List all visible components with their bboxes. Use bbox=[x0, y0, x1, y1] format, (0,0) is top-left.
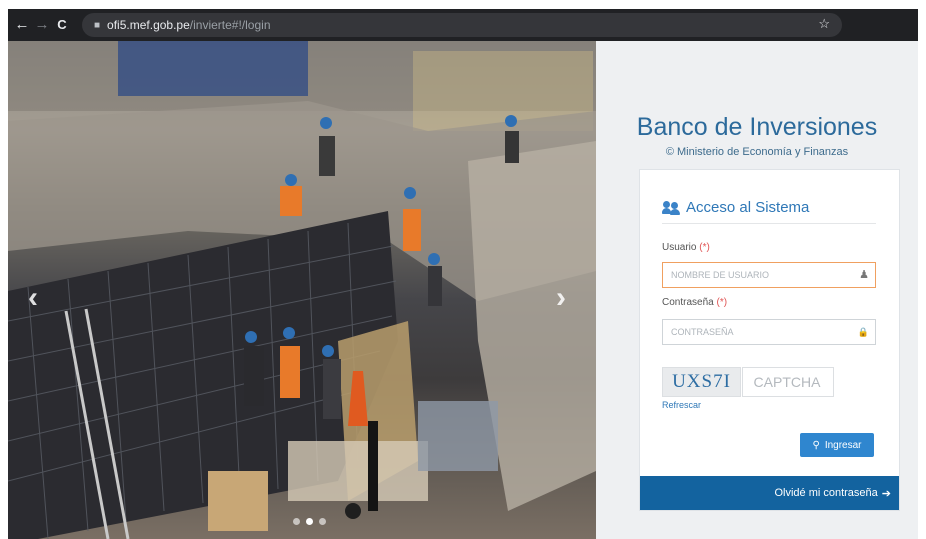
username-label: Usuario (*) bbox=[662, 242, 710, 253]
login-card-header: Acceso al Sistema bbox=[662, 199, 876, 224]
login-button-label: Ingresar bbox=[824, 439, 862, 451]
required-marker: (*) bbox=[699, 242, 710, 253]
carousel-next-arrow-icon[interactable]: › bbox=[556, 281, 566, 315]
url-host: ofi5.mef.gob.pe bbox=[107, 18, 190, 32]
bookmark-star-icon[interactable]: ☆ bbox=[818, 16, 830, 32]
password-label-text: Contraseña bbox=[662, 297, 714, 308]
reload-icon[interactable]: C bbox=[52, 9, 72, 41]
carousel-dot[interactable] bbox=[293, 518, 300, 525]
password-label: Contraseña (*) bbox=[662, 297, 727, 308]
hero-carousel: ‹ › bbox=[8, 41, 596, 539]
construction-photo bbox=[8, 41, 596, 539]
forgot-password-link[interactable]: Olvidé mi contraseña bbox=[774, 487, 877, 499]
arrow-right-icon[interactable]: ➔ bbox=[882, 487, 891, 500]
carousel-dot[interactable] bbox=[319, 518, 326, 525]
refresh-captcha-link[interactable]: Refrescar bbox=[662, 400, 701, 410]
address-bar[interactable]: ■ ofi5.mef.gob.pe /invierte#!/login ☆ bbox=[82, 13, 842, 37]
password-field[interactable]: 🔒 bbox=[662, 319, 876, 345]
forgot-password-bar: Olvidé mi contraseña ➔ bbox=[640, 476, 899, 510]
browser-toolbar: ← → C ■ ofi5.mef.gob.pe /invierte#!/logi… bbox=[8, 9, 918, 41]
lock-icon: 🔒 bbox=[857, 327, 869, 337]
login-button[interactable]: ⚲ Ingresar bbox=[800, 433, 874, 457]
forward-arrow-icon[interactable]: → bbox=[32, 9, 52, 41]
carousel-prev-arrow-icon[interactable]: ‹ bbox=[28, 281, 38, 315]
brand-title: Banco de Inversiones bbox=[636, 113, 878, 141]
captcha-input[interactable] bbox=[743, 368, 831, 396]
username-field[interactable]: ♟ bbox=[662, 262, 876, 288]
carousel-indicators bbox=[293, 518, 326, 525]
captcha-image: UXS7I bbox=[662, 367, 741, 397]
captcha-field[interactable] bbox=[742, 367, 834, 397]
key-icon: ⚲ bbox=[812, 439, 820, 451]
back-arrow-icon[interactable]: ← bbox=[12, 9, 32, 41]
url-path: /invierte#!/login bbox=[189, 18, 271, 32]
username-input[interactable] bbox=[671, 270, 851, 280]
password-input[interactable] bbox=[671, 327, 851, 337]
brand-subtitle: © Ministerio de Economía y Finanzas bbox=[665, 146, 849, 158]
users-icon bbox=[662, 200, 680, 215]
user-icon: ♟ bbox=[859, 269, 869, 281]
login-card: Acceso al Sistema Usuario (*) ♟ Contrase… bbox=[639, 169, 900, 511]
lock-icon: ■ bbox=[94, 19, 101, 31]
login-card-title: Acceso al Sistema bbox=[686, 199, 810, 216]
page: ← → C ■ ofi5.mef.gob.pe /invierte#!/logi… bbox=[0, 0, 926, 539]
username-label-text: Usuario bbox=[662, 242, 697, 253]
required-marker: (*) bbox=[716, 297, 728, 308]
login-panel: Banco de Inversiones © Ministerio de Eco… bbox=[596, 41, 918, 539]
carousel-dot-active[interactable] bbox=[306, 518, 313, 525]
